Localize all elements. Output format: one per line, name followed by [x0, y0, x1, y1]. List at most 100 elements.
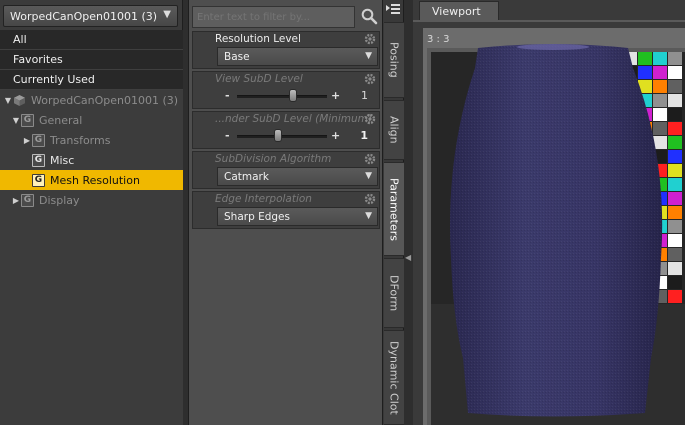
chevron-down-icon: ▼ [365, 51, 372, 61]
category-label: Favorites [13, 53, 63, 66]
3d-viewport[interactable]: 3 : 3 [423, 28, 685, 425]
color-swatch [668, 248, 682, 261]
color-swatch [668, 290, 682, 303]
edge-interpolation-dropdown[interactable]: Sharp Edges ▼ [217, 207, 378, 226]
slider-track[interactable] [237, 95, 327, 98]
category-label: All [13, 33, 27, 46]
resolution-level-dropdown[interactable]: Base ▼ [217, 47, 378, 66]
tree-item-label: Mesh Resolution [50, 173, 140, 187]
group-icon: G [21, 113, 34, 127]
dropdown-value: Catmark [224, 170, 269, 183]
slider-knob[interactable] [288, 89, 297, 102]
color-swatch [668, 108, 682, 121]
property-group-tree: ▼ WorpedCanOpen01001 (3) ▼ G General ▶ G… [0, 90, 183, 425]
color-swatch [668, 150, 682, 163]
param-title: Edge Interpolation [215, 193, 312, 205]
decrement-button[interactable]: - [225, 89, 230, 102]
tree-item-misc[interactable]: G Misc [0, 150, 183, 170]
param-edge-interpolation: Edge Interpolation Sharp Edges ▼ [192, 191, 380, 229]
expand-arrow-icon[interactable]: ▶ [11, 196, 21, 205]
tab-label: Posing [387, 42, 401, 78]
filter-input[interactable] [192, 6, 355, 28]
group-icon: G [21, 193, 34, 207]
slider-value[interactable]: 1 [360, 129, 368, 142]
expand-arrow-icon[interactable]: ▼ [11, 116, 21, 125]
chevron-down-icon: ▼ [365, 211, 372, 221]
tab-align[interactable]: Align [384, 100, 404, 160]
param-view-subd-level: View SubD Level - + 1 [192, 71, 380, 109]
collapse-pane-handle[interactable]: ◀ [405, 253, 413, 267]
color-swatch [653, 52, 667, 65]
viewport-tab-underline [413, 20, 685, 22]
color-swatch [653, 94, 667, 107]
slider-knob[interactable] [273, 129, 282, 142]
tab-label: Viewport [432, 5, 481, 18]
gear-icon[interactable] [364, 33, 376, 45]
chevron-down-icon: ▼ [365, 171, 372, 181]
color-swatch [638, 66, 652, 79]
tab-dform[interactable]: DForm [384, 258, 404, 328]
color-swatch [668, 164, 682, 177]
expand-arrow-icon[interactable]: ▶ [22, 136, 32, 145]
color-swatch [668, 234, 682, 247]
decrement-button[interactable]: - [225, 129, 230, 142]
gear-icon[interactable] [364, 113, 376, 125]
param-title: ...nder SubD Level (Minimum) [215, 113, 372, 125]
param-title: Resolution Level [215, 33, 301, 45]
category-currently-used[interactable]: Currently Used [0, 70, 183, 90]
param-subdivision-algorithm: SubDivision Algorithm Catmark ▼ [192, 151, 380, 189]
group-icon: G [32, 153, 45, 167]
dropdown-value: Sharp Edges [224, 210, 290, 223]
chevron-down-icon: ▼ [163, 9, 171, 20]
color-swatch [653, 80, 667, 93]
view-subd-slider-row: - + 1 [217, 87, 378, 106]
slider-value[interactable]: 1 [361, 89, 368, 102]
color-swatch [668, 178, 682, 191]
pane-tab-strip: Posing Align Parameters DForm Dynamic Cl… [382, 0, 404, 425]
tree-item-figure[interactable]: ▼ WorpedCanOpen01001 (3) [0, 90, 183, 110]
tree-item-display[interactable]: ▶ G Display [0, 190, 183, 210]
menu-icon[interactable] [386, 3, 400, 15]
expand-arrow-icon[interactable]: ▼ [3, 96, 13, 105]
color-swatch [638, 52, 652, 65]
color-swatch [668, 122, 682, 135]
search-icon[interactable] [360, 7, 378, 25]
render-subd-slider-row: - + 1 [217, 127, 378, 146]
color-swatch [668, 136, 682, 149]
color-swatch [668, 52, 682, 65]
node-selector-dropdown[interactable]: WorpedCanOpen01001 (3) ▼ [3, 5, 178, 27]
parameters-panel: Resolution Level Base ▼ View SubD Level … [188, 0, 382, 425]
subdivision-algorithm-dropdown[interactable]: Catmark ▼ [217, 167, 378, 186]
tab-parameters[interactable]: Parameters [384, 162, 404, 256]
tab-label: Align [387, 116, 401, 144]
tree-item-label: Transforms [50, 133, 111, 147]
tab-viewport[interactable]: Viewport [419, 1, 499, 21]
color-swatch [653, 66, 667, 79]
tab-dynamic-cloth[interactable]: Dynamic Clot [384, 330, 404, 425]
gear-icon[interactable] [364, 193, 376, 205]
tree-item-transforms[interactable]: ▶ G Transforms [0, 130, 183, 150]
color-swatch [668, 262, 682, 275]
category-all[interactable]: All [0, 30, 183, 50]
group-icon: G [32, 133, 45, 147]
tree-item-label: Misc [50, 153, 75, 167]
tree-item-general[interactable]: ▼ G General [0, 110, 183, 130]
tree-item-label: WorpedCanOpen01001 (3) [31, 93, 179, 107]
gear-icon[interactable] [364, 73, 376, 85]
tab-posing[interactable]: Posing [384, 22, 404, 98]
group-icon: G [32, 173, 45, 187]
color-swatch [668, 220, 682, 233]
tree-item-mesh-resolution[interactable]: G Mesh Resolution [0, 170, 183, 190]
category-favorites[interactable]: Favorites [0, 50, 183, 70]
increment-button[interactable]: + [331, 89, 340, 102]
color-swatch [668, 276, 682, 289]
param-title: SubDivision Algorithm [215, 153, 332, 165]
slider-track[interactable] [237, 135, 327, 138]
param-title: View SubD Level [215, 73, 303, 85]
increment-button[interactable]: + [331, 129, 340, 142]
dropdown-value: Base [224, 50, 250, 63]
node-selector-label: WorpedCanOpen01001 (3) [10, 9, 158, 23]
color-swatch [668, 66, 682, 79]
mesh-rim [517, 44, 589, 50]
gear-icon[interactable] [364, 153, 376, 165]
